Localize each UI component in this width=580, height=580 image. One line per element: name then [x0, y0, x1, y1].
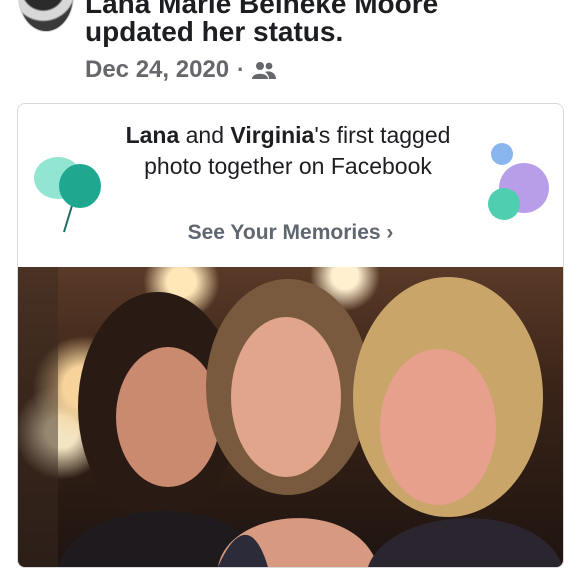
memory-card-header: Lana and Virginia's first tagged photo t…: [18, 104, 563, 266]
memory-headline: Lana and Virginia's first tagged photo t…: [113, 120, 463, 182]
memory-card[interactable]: Lana and Virginia's first tagged photo t…: [17, 103, 564, 568]
tagged-photo[interactable]: [18, 267, 563, 567]
friends-icon[interactable]: [252, 61, 277, 79]
headline-connector: and: [179, 122, 231, 148]
author-avatar[interactable]: [18, 0, 74, 32]
tagged-name-virginia[interactable]: Virginia: [230, 122, 314, 148]
tagged-name-lana[interactable]: Lana: [126, 122, 180, 148]
chevron-right-icon: ›: [386, 221, 394, 244]
post-meta: Dec 24, 2020 ·: [85, 56, 277, 84]
meta-separator: ·: [237, 57, 245, 82]
post-date[interactable]: Dec 24, 2020: [85, 56, 229, 84]
see-memories-label: See Your Memories: [187, 221, 381, 244]
bubbles-icon: [488, 143, 549, 220]
status-text: updated her status.: [85, 16, 344, 47]
